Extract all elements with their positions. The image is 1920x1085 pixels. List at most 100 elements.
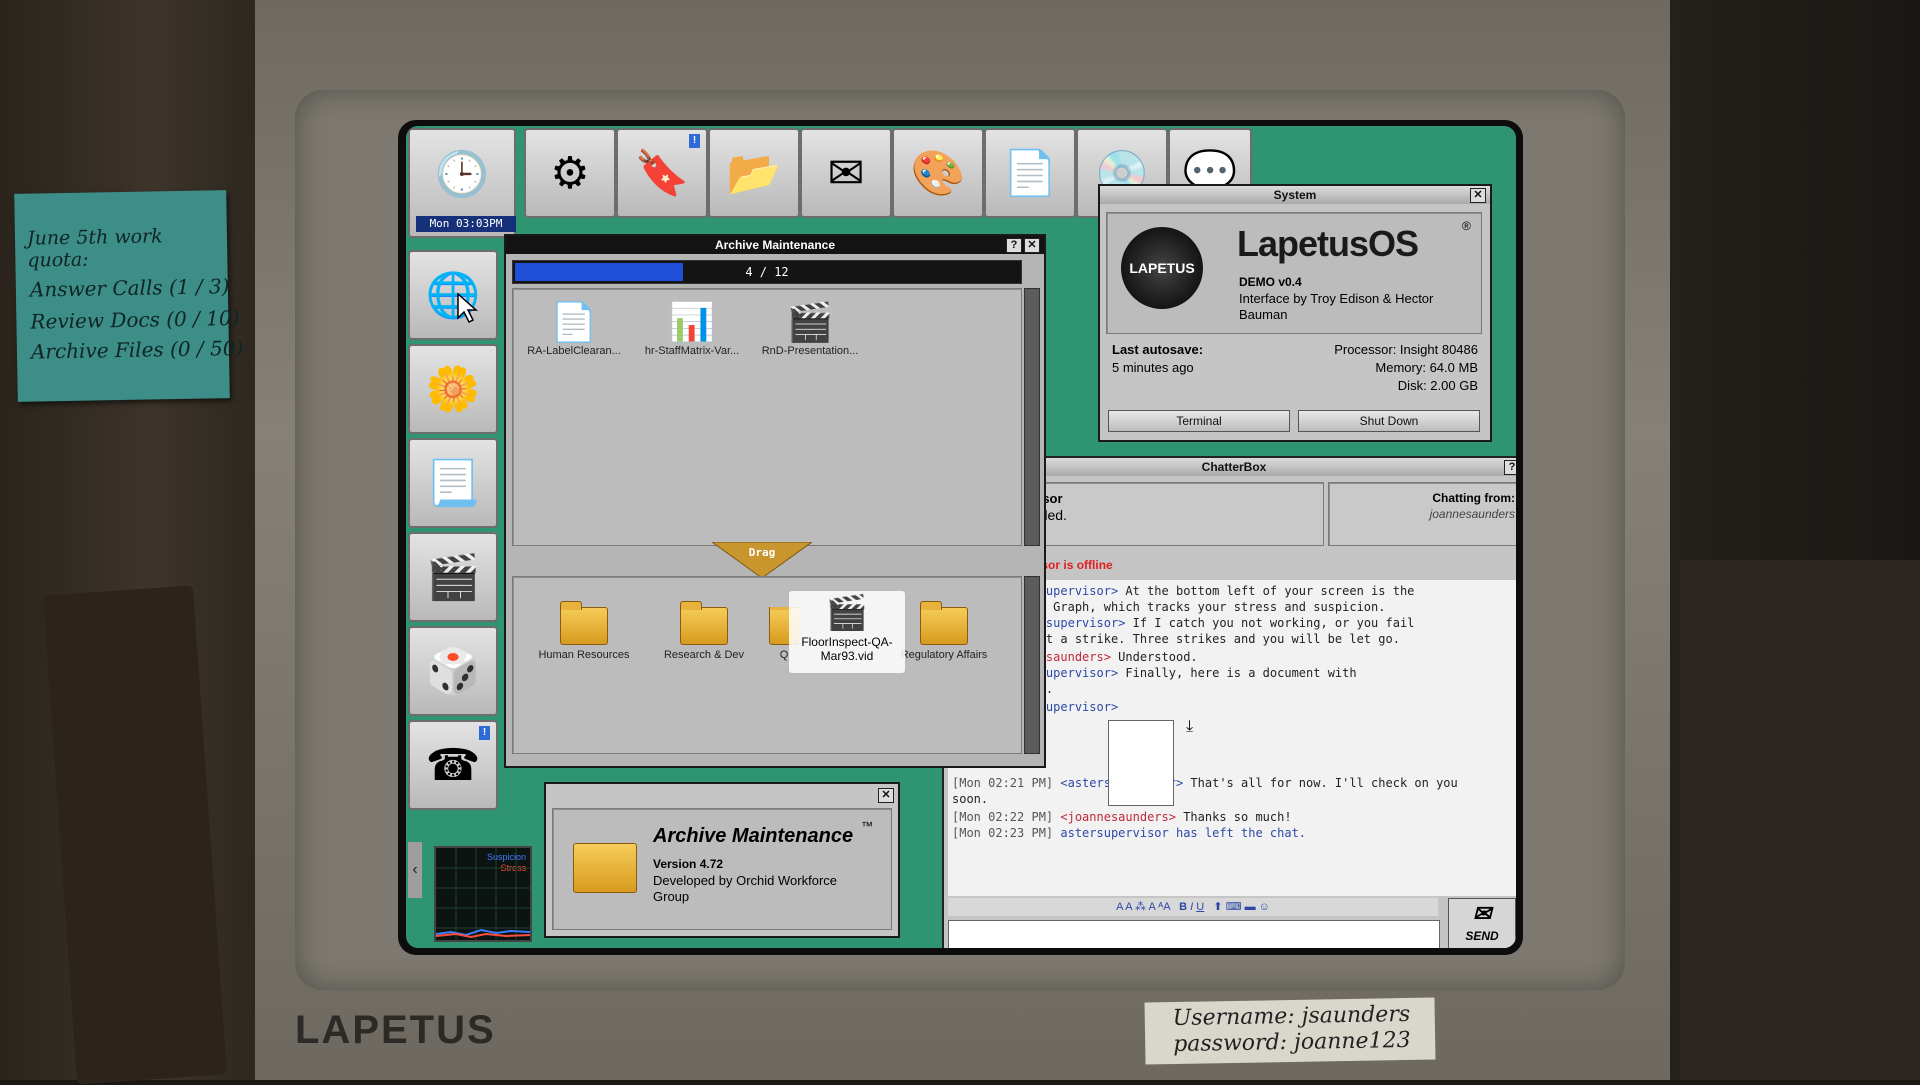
chatting-from-user: joannesaunders <box>1429 507 1515 521</box>
terminal-button[interactable]: Terminal <box>1108 410 1290 432</box>
quota-title: June 5th work quota: <box>26 225 163 272</box>
about-panel: Archive Maintenance ™ Version 4.72 Devel… <box>552 808 892 930</box>
mail-button[interactable]: ✉ <box>800 128 892 218</box>
papers-button[interactable]: 📃 <box>408 438 498 528</box>
chat-timestamp: [Mon 02:22 PM] <box>952 810 1061 824</box>
envelope-icon: ✉ <box>1472 901 1492 926</box>
chatting-from-label: Chatting from: <box>1432 491 1515 505</box>
folders-scrollbar[interactable] <box>1024 576 1040 754</box>
dice-button[interactable]: 🎲 <box>408 626 498 716</box>
clock-button[interactable]: 🕒 Mon 03:03PM <box>408 128 516 238</box>
progress-label: 4 / 12 <box>745 265 789 279</box>
desktop: 🕒 Mon 03:03PM ⚙ 🔖! 📂 ✉ 🎨 📄 💿 💬 🌐 🌼 📃 🎬 🎲… <box>406 126 1516 948</box>
folder-name: Regulatory Affairs <box>900 649 988 661</box>
gear-icon: ⚙ <box>550 148 590 198</box>
shutdown-button[interactable]: Shut Down <box>1298 410 1480 432</box>
clock-label: Mon 03:03PM <box>416 216 516 232</box>
os-name: LapetusOS <box>1237 223 1419 264</box>
chat-message: [Mon 02:22 PM] <joannesaunders> Thanks s… <box>952 810 1292 824</box>
about-developer: Developed by Orchid Workforce Group <box>653 873 838 904</box>
folders-pane[interactable]: Human Resources Research & Dev Q Regulat… <box>512 576 1022 754</box>
archive-close-button[interactable]: ✕ <box>1024 238 1040 253</box>
files-scrollbar[interactable] <box>1024 288 1040 546</box>
stamp-button[interactable]: 🔖! <box>616 128 708 218</box>
clapperboard-icon: 🎬 <box>786 302 834 344</box>
chat-timestamp: [Mon 02:23 PM] <box>952 826 1061 840</box>
maintenance-folder-icon: 📂 <box>726 149 782 198</box>
clapperboard-icon: 🎬 <box>825 594 869 632</box>
collapse-graph-button[interactable]: ‹ <box>408 842 422 898</box>
maintenance-button[interactable]: 📂 <box>708 128 800 218</box>
stamp-icon: 🔖 <box>634 149 690 198</box>
file-item[interactable]: 🎬 RnD-Presentation... <box>755 301 865 357</box>
file-item[interactable]: 📄 RA-LabelClearan... <box>519 301 629 357</box>
chatterbox-help-button[interactable]: ? <box>1504 460 1516 475</box>
chat-text: Understood. <box>1110 650 1198 664</box>
dice-icon: 🎲 <box>425 647 481 696</box>
about-archive-window[interactable]: ✕ Archive Maintenance ™ Version 4.72 Dev… <box>544 782 900 938</box>
chat-text: If I catch you not working, or you fail <box>1125 616 1415 630</box>
archive-titlebar[interactable]: Archive Maintenance <box>506 236 1044 254</box>
folder-research-dev[interactable]: Research & Dev <box>649 601 759 661</box>
folder-name: Research & Dev <box>663 649 745 661</box>
chat-username: <joannesaunders> <box>1060 810 1176 824</box>
chat-timestamp: [Mon 02:21 PM] <box>952 776 1061 790</box>
archive-help-button[interactable]: ? <box>1006 238 1022 253</box>
archive-window[interactable]: Archive Maintenance ? ✕ 4 / 12 📄 RA-Label… <box>504 234 1046 768</box>
files-pane[interactable]: 📄 RA-LabelClearan... 📊 hr-StaffMatrix-Var.… <box>512 288 1022 546</box>
performance-graph: Suspicion Stress <box>434 846 532 942</box>
lapetus-logo: LAPETUS <box>1121 227 1203 309</box>
flower-photo-icon: 🌼 <box>425 365 481 414</box>
folder-icon <box>560 601 608 645</box>
mail-pen-icon: ✉ <box>827 148 865 198</box>
send-label: SEND <box>1465 929 1499 943</box>
mouse-cursor-icon <box>457 292 478 324</box>
photo-button[interactable]: 🌼 <box>408 344 498 434</box>
phone-icon: ☎ <box>425 740 481 790</box>
maintenance-folder-icon <box>573 843 637 893</box>
easel-icon: 🎨 <box>910 149 966 198</box>
message-input[interactable] <box>948 920 1440 948</box>
about-trademark: ™ <box>861 819 873 833</box>
system-titlebar[interactable]: System <box>1100 186 1490 204</box>
download-icon[interactable]: ⤓ <box>1186 718 1193 736</box>
folder-human-resources[interactable]: Human Resources <box>529 601 639 661</box>
folder-icon <box>680 601 728 645</box>
easel-button[interactable]: 🎨 <box>892 128 984 218</box>
chat-text: Finally, here is a document with <box>1118 666 1357 680</box>
password-text: password: joanne123 <box>1173 1027 1411 1058</box>
format-toolbar[interactable]: A A ⁂ A ᴬA B I U ⬆ ⌨ ▬ ☺ <box>948 898 1438 916</box>
chat-text: That's all for now. I'll check on you <box>1183 776 1458 790</box>
papers-icon: 📃 <box>425 459 481 508</box>
chat-text: At the bottom left of your screen is the <box>1118 584 1415 598</box>
file-item[interactable]: 📊 hr-StaffMatrix-Var... <box>637 301 747 357</box>
storage-boxes <box>1680 560 1920 1080</box>
chat-message: [Mon 02:23 PM] astersupervisor has left … <box>952 826 1306 840</box>
about-close-button[interactable]: ✕ <box>878 788 894 803</box>
globe-button[interactable]: 🌐 <box>408 250 498 340</box>
folder-regulatory-affairs[interactable]: Regulatory Affairs <box>889 601 999 661</box>
about-title: Archive Maintenance <box>653 825 854 847</box>
shared-document[interactable] <box>1108 720 1174 806</box>
archive-progress-bar: 4 / 12 <box>512 260 1022 284</box>
chat-username: astersupervisor has left the chat. <box>1060 826 1307 840</box>
video-button[interactable]: 🎬 <box>408 532 498 622</box>
document-icon: 📄 <box>550 302 598 344</box>
file-name: hr-StaffMatrix-Var... <box>644 345 740 357</box>
system-close-button[interactable]: ✕ <box>1470 188 1486 203</box>
os-credit: Interface by Troy Edison & Hector Bauman <box>1239 291 1434 322</box>
system-window[interactable]: System ✕ LAPETUS LapetusOS ® DEMO v0.4 I… <box>1098 184 1492 442</box>
settings-button[interactable]: ⚙ <box>524 128 616 218</box>
dragging-file-name: FloorInspect-QA-Mar93.vid <box>801 635 893 663</box>
about-version: Version 4.72 <box>653 857 724 871</box>
document-button[interactable]: 📄 <box>984 128 1076 218</box>
autosave-value: 5 minutes ago <box>1112 360 1194 375</box>
dragging-file[interactable]: 🎬 FloorInspect-QA-Mar93.vid <box>789 591 905 673</box>
send-button[interactable]: ✉ SEND <box>1448 898 1516 948</box>
system-info-panel: LAPETUS LapetusOS ® DEMO v0.4 Interface … <box>1106 212 1482 334</box>
document-icon: 📄 <box>1002 149 1058 198</box>
quota-answer-calls: Answer Calls (1 / 3) <box>29 274 230 302</box>
chat-text: Thanks so much! <box>1175 810 1292 824</box>
phone-button[interactable]: ☎! <box>408 720 498 810</box>
drag-label: Drag <box>748 546 776 559</box>
